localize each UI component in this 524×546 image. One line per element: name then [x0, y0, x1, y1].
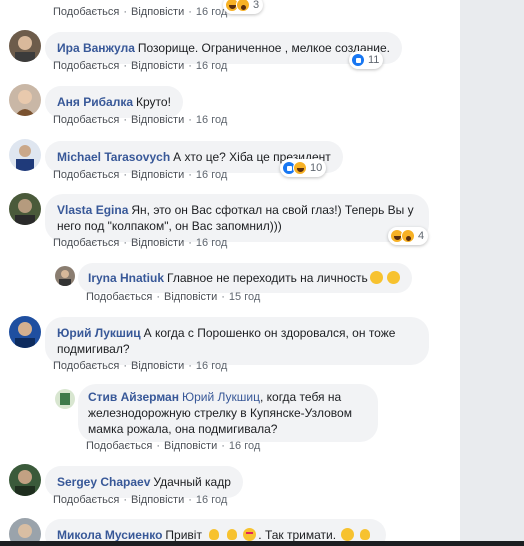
author-name[interactable]: Iryna Hnatiuk [88, 271, 164, 285]
avatar[interactable] [55, 266, 75, 286]
comment-time[interactable]: 16 год [196, 169, 227, 181]
smile-emoji-icon [386, 271, 400, 284]
author-name[interactable]: Стив Айзерман [88, 390, 179, 404]
comment-text: Круто! [136, 95, 171, 109]
like-link[interactable]: Подобається [53, 6, 119, 18]
reply-link[interactable]: Відповісти [131, 60, 184, 72]
reply-link[interactable]: Відповісти [131, 360, 184, 372]
comment-bubble: Iryna Hnatiuk Главное не переходить на ли… [78, 263, 412, 293]
comment-actions: Подобається · Відповісти · 16 год [53, 60, 228, 72]
comment-time[interactable]: 16 год [196, 360, 227, 372]
comment-time[interactable]: 16 год [196, 60, 227, 72]
like-link[interactable]: Подобається [86, 440, 152, 452]
smile-emoji-icon [341, 528, 355, 541]
author-name[interactable]: Ира Ванжула [57, 41, 135, 55]
reply-link[interactable]: Відповісти [164, 291, 217, 303]
like-link[interactable]: Подобається [53, 169, 119, 181]
like-link[interactable]: Подобається [86, 291, 152, 303]
reply-link[interactable]: Відповісти [164, 440, 217, 452]
author-name[interactable]: Микола Мусиенко [57, 528, 162, 542]
reaction-count: 3 [253, 0, 260, 11]
comments-page: Подобається · Відповісти · 16 год 3 Ира Ванж… [0, 0, 524, 546]
reaction-count: 11 [368, 54, 380, 66]
like-link[interactable]: Подобається [53, 114, 119, 126]
avatar[interactable] [9, 464, 41, 496]
author-name[interactable]: Vlasta Egina [57, 203, 128, 217]
reaction-summary[interactable]: 3 [223, 0, 264, 14]
comment-time[interactable]: 15 год [229, 291, 260, 303]
comment-actions: Подобається · Відповісти · 16 год [53, 169, 228, 181]
comment-actions: Подобається · Відповісти · 16 год [53, 494, 228, 506]
comment-text: Привіт [165, 528, 202, 542]
like-link[interactable]: Подобається [53, 494, 119, 506]
comment-bubble: Vlasta Egina Ян, это он Вас сфоткал на св… [45, 194, 429, 242]
comment-text: . Так тримати. [258, 528, 337, 542]
comment-actions: Подобається · Відповісти · 16 год [53, 114, 228, 126]
author-name[interactable]: Юрий Лукшиц [57, 326, 141, 340]
haha-icon [293, 161, 307, 175]
like-link[interactable]: Подобається [53, 60, 119, 72]
reply-link[interactable]: Відповісти [131, 169, 184, 181]
mentioned-user[interactable]: Юрий Лукшиц [182, 390, 260, 404]
heart-eyes-icon [236, 0, 250, 12]
comment-actions: Подобається · Відповісти · 16 год [53, 237, 228, 249]
reaction-summary[interactable]: 4 [388, 227, 429, 245]
comment-actions: Подобається · Відповісти · 16 год [86, 440, 261, 452]
comment-bubble: Юрий Лукшиц А когда с Порошенко он здоров… [45, 317, 429, 365]
reaction-count: 10 [310, 162, 323, 174]
waving-hand-emoji-icon [207, 528, 221, 541]
comment-actions: Подобається · Відповісти · 15 год [86, 291, 261, 303]
comment-text: Удачный кадр [153, 475, 231, 489]
reaction-count: 4 [418, 230, 425, 242]
comment-actions: Подобається · Відповісти · 16 год [53, 360, 228, 372]
right-rail [460, 0, 524, 546]
wow-icon [401, 229, 415, 243]
reaction-summary[interactable]: 11 [349, 51, 384, 69]
author-name[interactable]: Michael Tarasovych [57, 150, 170, 164]
avatar[interactable] [9, 84, 41, 116]
author-name[interactable]: Аня Рибалка [57, 95, 133, 109]
reaction-summary[interactable]: 10 [280, 159, 327, 177]
like-icon [351, 53, 365, 67]
comment-bubble: Стив Айзерман Юрий Лукшиц, когда тебя на … [78, 384, 378, 442]
heart-eyes-emoji-icon [243, 528, 257, 541]
avatar[interactable] [9, 30, 41, 62]
avatar[interactable] [55, 389, 75, 409]
reply-link[interactable]: Відповісти [131, 494, 184, 506]
reply-link[interactable]: Відповісти [131, 6, 184, 18]
comment-actions: Подобається · Відповісти · 16 год [53, 6, 228, 18]
comment-time[interactable]: 16 год [196, 494, 227, 506]
avatar[interactable] [9, 139, 41, 171]
avatar[interactable] [9, 193, 41, 225]
comment-time[interactable]: 16 год [229, 440, 260, 452]
bottom-edge-bar [0, 541, 524, 546]
author-name[interactable]: Sergey Chapaev [57, 475, 150, 489]
like-link[interactable]: Подобається [53, 360, 119, 372]
reply-link[interactable]: Відповісти [131, 114, 184, 126]
avatar[interactable] [9, 316, 41, 348]
comment-time[interactable]: 16 год [196, 237, 227, 249]
like-link[interactable]: Подобається [53, 237, 119, 249]
reply-link[interactable]: Відповісти [131, 237, 184, 249]
waving-hand-emoji-icon [225, 528, 239, 541]
thinking-emoji-icon [369, 271, 383, 284]
comment-text: Главное не переходить на личность [167, 271, 368, 285]
comment-time[interactable]: 16 год [196, 114, 227, 126]
thumbs-up-emoji-icon [358, 528, 372, 541]
